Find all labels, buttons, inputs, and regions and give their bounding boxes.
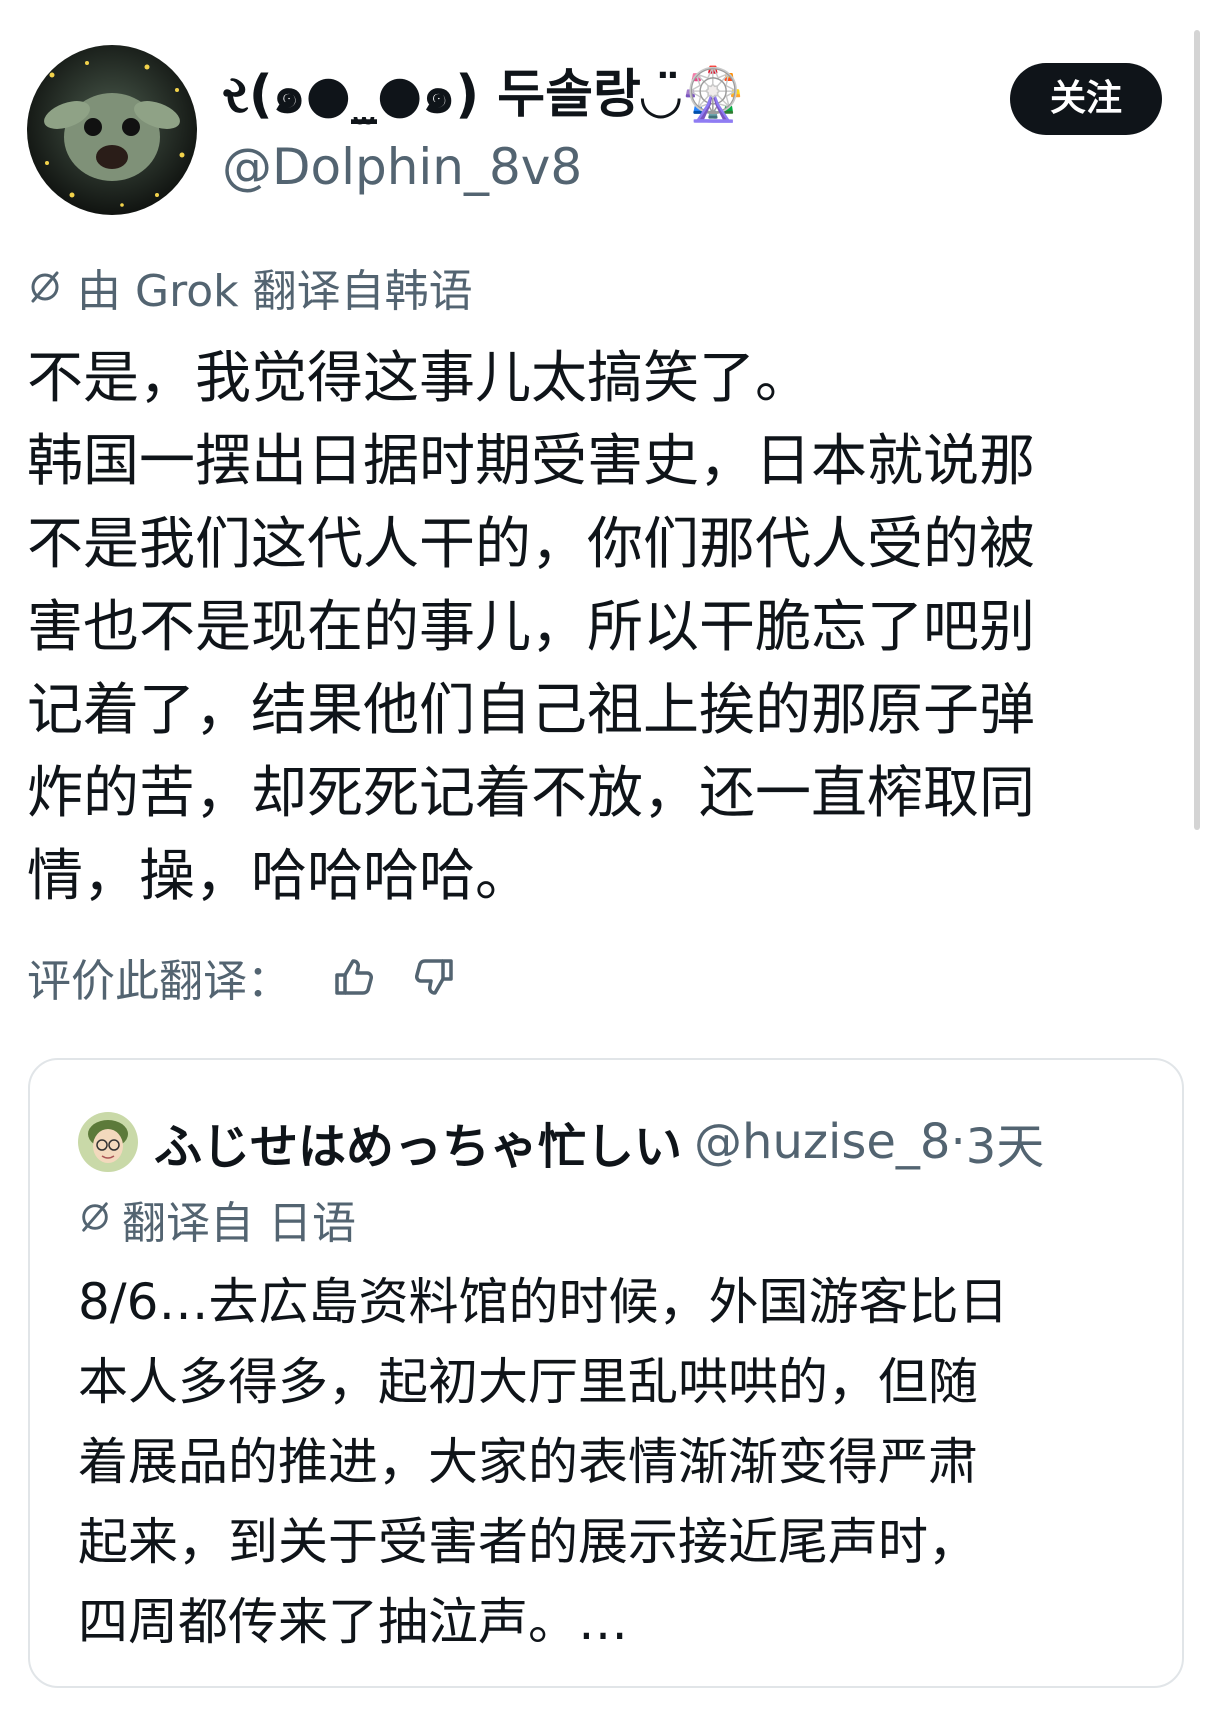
author-avatar[interactable] [27,45,197,215]
quoted-separator: · [950,1114,966,1170]
thumbs-up-icon[interactable] [329,953,377,1001]
quoted-text-line: 起来，到关于受害者的展示接近尾声时， [78,1513,978,1571]
quoted-post-text: 8/6…去広島资料馆的时候，外国游客比日 本人多得多，起初大厅里乱哄哄的，但随 … [78,1262,1008,1662]
quoted-author-handle[interactable]: @huzise_8 [694,1114,950,1170]
post-text-line: 情，操，哈哈哈哈。 [27,844,531,909]
follow-button[interactable]: 关注 [1010,63,1162,135]
post-text-line: 害也不是现在的事儿，所以干脆忘了吧别 [27,595,1035,660]
post-text-line: 韩国一摆出日据时期受害史，日本就说那 [27,429,1035,494]
quoted-author-name[interactable]: ふじせはめっちゃ忙しい [154,1107,682,1177]
translation-notice-text: 由 Grok 翻译自韩语 [77,266,473,317]
quoted-text-line: 着展品的推进，大家的表情渐渐变得严肃 [78,1433,978,1491]
post-text-line: 记着了，结果他们自己祖上挨的那原子弹 [27,678,1035,743]
quoted-post[interactable]: ふじせはめっちゃ忙しい @huzise_8 · 3天 翻译自 日语 8/6…去広… [28,1058,1184,1688]
quoted-text-line: 本人多得多，起初大厅里乱哄哄的，但随 [78,1353,978,1411]
scrollbar[interactable] [1194,30,1200,830]
quoted-post-header: ふじせはめっちゃ忙しい @huzise_8 · 3天 [78,1107,1044,1177]
quoted-translation-text: 翻译自 日语 [122,1198,356,1249]
quoted-text-line: 四周都传来了抽泣声。… [78,1593,628,1651]
author-handle[interactable]: @Dolphin_8v8 [222,135,582,199]
post-text-line: 不是我们这代人干的，你们那代人受的被 [27,512,1035,577]
author-display-name[interactable]: ર(๑●_̫●๑) 두솔랑◡̈🎡 [222,60,746,130]
post-text-line: 炸的苦，却死死记着不放，还一直榨取同 [27,761,1035,826]
translation-notice[interactable]: 由 Grok 翻译自韩语 [27,255,473,319]
rate-translation-row: 评价此翻译： [27,945,459,1009]
post-text: 不是，我觉得这事儿太搞笑了。 韩国一摆出日据时期受害史，日本就说那 不是我们这代… [27,337,1177,918]
quoted-author-avatar[interactable] [78,1112,138,1172]
quoted-post-time[interactable]: 3天 [966,1107,1045,1177]
translate-slash-icon [27,269,63,305]
rate-translation-label: 评价此翻译： [27,956,291,1007]
translate-slash-icon [78,1194,112,1245]
quoted-translation-notice[interactable]: 翻译自 日语 [78,1188,356,1250]
post-text-line: 不是，我觉得这事儿太搞笑了。 [27,346,811,411]
quoted-text-line: 8/6…去広島资料馆的时候，外国游客比日 [78,1273,1009,1331]
thumbs-down-icon[interactable] [411,953,459,1001]
